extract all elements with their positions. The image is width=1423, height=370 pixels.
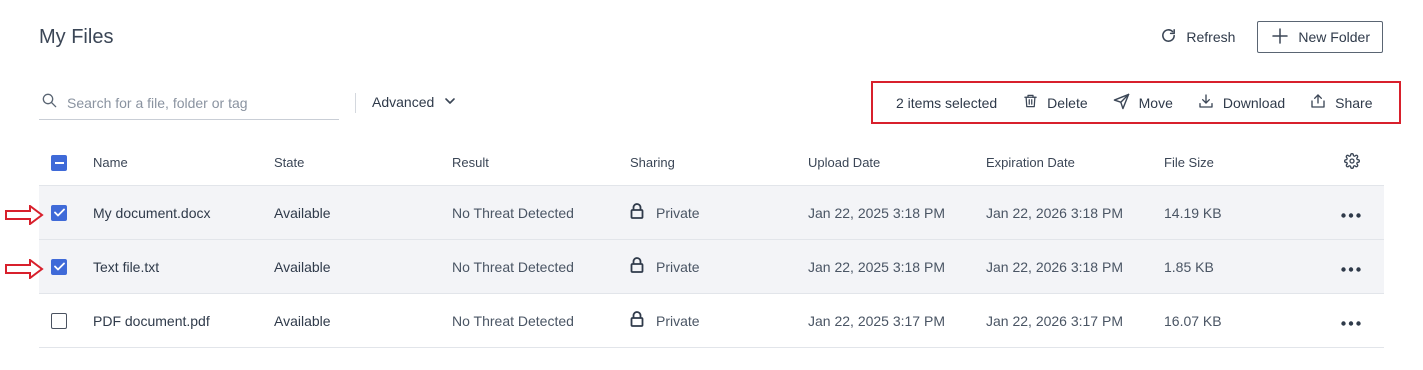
delete-label: Delete bbox=[1047, 94, 1088, 111]
download-label: Download bbox=[1222, 94, 1286, 111]
gear-icon bbox=[1344, 153, 1360, 172]
checkbox-checked bbox=[51, 258, 67, 275]
column-header-state[interactable]: State bbox=[274, 140, 304, 185]
expiration-date: Jan 22, 2026 3:18 PM bbox=[986, 204, 1123, 221]
column-header-file-size[interactable]: File Size bbox=[1164, 140, 1214, 185]
annotation-arrow-icon bbox=[5, 259, 44, 279]
table-header: Name State Result Sharing Upload Date Ex… bbox=[39, 140, 1384, 186]
toolbar-divider bbox=[355, 93, 356, 113]
upload-date: Jan 22, 2025 3:18 PM bbox=[808, 258, 945, 275]
sharing-status: Private bbox=[630, 294, 700, 347]
checkbox-unchecked bbox=[51, 312, 67, 329]
sharing-label: Private bbox=[656, 258, 700, 275]
more-horizontal-icon bbox=[1341, 205, 1361, 221]
expiration-date: Jan 22, 2026 3:17 PM bbox=[986, 312, 1123, 329]
row-checkbox[interactable] bbox=[51, 186, 67, 239]
column-header-expiration-date[interactable]: Expiration Date bbox=[986, 140, 1075, 185]
file-state: Available bbox=[274, 258, 331, 275]
file-name[interactable]: My document.docx bbox=[93, 186, 211, 239]
file-state: Available bbox=[274, 312, 331, 329]
download-icon bbox=[1198, 93, 1214, 112]
refresh-icon bbox=[1160, 27, 1177, 47]
table-row[interactable]: Text file.txt Available No Threat Detect… bbox=[39, 240, 1384, 294]
more-horizontal-icon bbox=[1341, 259, 1361, 275]
share-button[interactable]: Share bbox=[1310, 93, 1373, 112]
lock-icon bbox=[630, 311, 644, 330]
scan-result: No Threat Detected bbox=[452, 312, 574, 329]
refresh-label: Refresh bbox=[1186, 29, 1236, 45]
table-row[interactable]: My document.docx Available No Threat Det… bbox=[39, 186, 1384, 240]
search-icon bbox=[41, 92, 57, 113]
row-checkbox[interactable] bbox=[51, 294, 67, 347]
new-folder-label: New Folder bbox=[1298, 29, 1370, 45]
column-settings-button[interactable] bbox=[1344, 140, 1360, 185]
file-size: 1.85 KB bbox=[1164, 258, 1214, 275]
checkbox-indeterminate bbox=[51, 154, 67, 171]
page-title: My Files bbox=[39, 26, 114, 48]
select-all-checkbox[interactable] bbox=[51, 140, 67, 185]
search-input[interactable] bbox=[67, 94, 327, 111]
download-button[interactable]: Download bbox=[1198, 93, 1285, 112]
lock-icon bbox=[630, 257, 644, 276]
selection-count: 2 items selected bbox=[896, 94, 998, 111]
chevron-down-icon bbox=[444, 94, 456, 110]
column-header-name[interactable]: Name bbox=[93, 140, 128, 185]
column-header-sharing[interactable]: Sharing bbox=[630, 140, 675, 185]
header-actions: Refresh New Folder bbox=[1160, 21, 1383, 53]
file-size: 16.07 KB bbox=[1164, 312, 1222, 329]
search-box bbox=[39, 86, 339, 120]
expiration-date: Jan 22, 2026 3:18 PM bbox=[986, 258, 1123, 275]
sharing-status: Private bbox=[630, 240, 700, 293]
scan-result: No Threat Detected bbox=[452, 204, 574, 221]
files-table: Name State Result Sharing Upload Date Ex… bbox=[39, 140, 1384, 348]
more-horizontal-icon bbox=[1341, 313, 1361, 329]
selection-action-bar: 2 items selected Delete Move Download Sh… bbox=[871, 81, 1401, 124]
file-name[interactable]: PDF document.pdf bbox=[93, 294, 210, 347]
row-more-button[interactable] bbox=[1341, 240, 1361, 293]
sharing-label: Private bbox=[656, 312, 700, 329]
row-checkbox[interactable] bbox=[51, 240, 67, 293]
new-folder-button[interactable]: New Folder bbox=[1257, 21, 1383, 53]
upload-date: Jan 22, 2025 3:17 PM bbox=[808, 312, 945, 329]
file-state: Available bbox=[274, 204, 331, 221]
delete-button[interactable]: Delete bbox=[1023, 93, 1088, 112]
sharing-status: Private bbox=[630, 186, 700, 239]
checkbox-checked bbox=[51, 204, 67, 221]
row-more-button[interactable] bbox=[1341, 186, 1361, 239]
trash-icon bbox=[1023, 93, 1038, 112]
upload-date: Jan 22, 2025 3:18 PM bbox=[808, 204, 945, 221]
column-header-result[interactable]: Result bbox=[452, 140, 489, 185]
scan-result: No Threat Detected bbox=[452, 258, 574, 275]
move-button[interactable]: Move bbox=[1113, 93, 1173, 113]
row-more-button[interactable] bbox=[1341, 294, 1361, 347]
share-label: Share bbox=[1335, 94, 1373, 111]
table-row[interactable]: PDF document.pdf Available No Threat Det… bbox=[39, 294, 1384, 348]
file-name[interactable]: Text file.txt bbox=[93, 240, 159, 293]
lock-icon bbox=[630, 203, 644, 222]
annotation-arrow-icon bbox=[5, 205, 44, 225]
advanced-filter-dropdown[interactable]: Advanced bbox=[372, 94, 456, 110]
send-icon bbox=[1113, 93, 1130, 113]
move-label: Move bbox=[1138, 94, 1173, 111]
sharing-label: Private bbox=[656, 204, 700, 221]
advanced-label: Advanced bbox=[372, 94, 435, 110]
share-icon bbox=[1310, 93, 1326, 112]
column-header-upload-date[interactable]: Upload Date bbox=[808, 140, 880, 185]
plus-icon bbox=[1272, 27, 1289, 47]
file-size: 14.19 KB bbox=[1164, 204, 1222, 221]
refresh-button[interactable]: Refresh bbox=[1160, 21, 1235, 53]
